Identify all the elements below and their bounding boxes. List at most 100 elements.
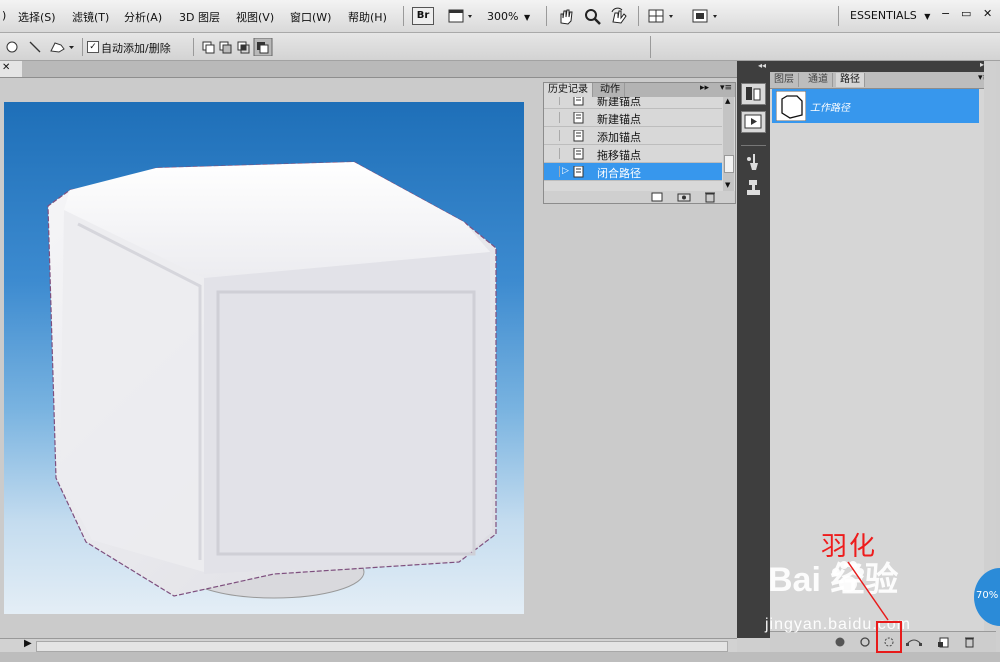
minimize-button[interactable]: − [941, 7, 950, 20]
history-row[interactable]: 新建锚点 [544, 109, 722, 127]
zoom-level-dropdown[interactable]: 300% ▼ [486, 6, 538, 26]
dock-divider [741, 145, 766, 146]
view-extras-icon [448, 9, 472, 23]
history-panel-button[interactable] [741, 83, 766, 105]
zoom-tool-button[interactable] [582, 6, 602, 26]
tab-history[interactable]: 历史记录 [544, 83, 593, 97]
new-document-from-state-icon [651, 192, 663, 202]
history-footer [544, 191, 735, 203]
path-thumbnail [776, 91, 806, 121]
tab-actions[interactable]: 动作 [596, 83, 625, 97]
trash-icon[interactable] [963, 636, 975, 648]
bridge-button[interactable]: Br [412, 7, 434, 25]
auto-add-delete-label: 自动添加/删除 [101, 42, 171, 55]
custom-shape-icon [50, 42, 74, 53]
foam-box-image [47, 161, 497, 599]
snapshot-source-checkbox[interactable] [548, 97, 560, 105]
document-tab[interactable]: ✕ [0, 61, 22, 77]
rotate-view-button[interactable] [608, 6, 628, 26]
panel-group-header: ▸▸ [770, 60, 996, 72]
canvas-area[interactable]: 历史记录 动作 ▸▸ ▾≡ 新建锚点 新建锚点 添加锚点 拖移锚点 ▷ 闭合路径… [0, 78, 737, 638]
menu-window[interactable]: 窗口(W) [290, 9, 331, 25]
hand-tool-button[interactable] [555, 6, 575, 26]
collapse-arrows-icon[interactable]: ◂◂ [758, 61, 766, 70]
path-operations-group [202, 38, 273, 56]
chevron-down-icon: ▼ [924, 12, 931, 21]
stroke-path-icon[interactable] [859, 636, 871, 648]
history-step-icon [573, 166, 584, 178]
history-state-slider-icon[interactable]: ▷ [562, 166, 569, 176]
chevron-down-icon: ▼ [523, 13, 531, 22]
work-path-row[interactable]: 工作路径 [772, 89, 979, 123]
arrange-icon [648, 9, 673, 23]
menu-filter[interactable]: 滤镜(T) [72, 9, 109, 25]
intersect-shape-icon [237, 41, 250, 54]
horizontal-scrollbar[interactable] [36, 641, 728, 652]
restore-button[interactable]: ▭ [961, 7, 971, 20]
double-arrow-icon[interactable]: ▸▸ [700, 83, 709, 93]
brushes-panel-button[interactable] [741, 151, 766, 173]
status-arrow-icon[interactable]: ▶ [24, 638, 32, 649]
menu-help[interactable]: 帮助(H) [348, 9, 387, 25]
menu-bar: ) 选择(S) 滤镜(T) 分析(A) 3D 图层 视图(V) 窗口(W) 帮助… [0, 0, 1000, 33]
history-row-label: 添加锚点 [597, 131, 641, 144]
auto-add-delete-checkbox[interactable]: ✓ [87, 41, 99, 53]
history-panel: 历史记录 动作 ▸▸ ▾≡ 新建锚点 新建锚点 添加锚点 拖移锚点 ▷ 闭合路径… [543, 82, 736, 204]
arrange-documents-button[interactable] [646, 6, 680, 26]
history-row-label: 闭合路径 [597, 167, 641, 180]
panel-menu-icon[interactable]: ▾≡ [720, 83, 732, 93]
make-work-path-icon[interactable] [905, 636, 923, 648]
fill-path-icon[interactable] [834, 636, 846, 648]
tab-channels[interactable]: 通道 [804, 73, 833, 87]
tab-paths[interactable]: 路径 [836, 73, 865, 87]
brush-icon [747, 154, 758, 170]
new-path-icon[interactable] [937, 636, 949, 648]
menu-divider [638, 6, 639, 26]
snapshot-source-checkbox[interactable] [548, 112, 560, 123]
highlight-box [876, 621, 902, 653]
document-image[interactable] [4, 102, 524, 614]
screen-mode-button[interactable] [690, 6, 724, 26]
snapshot-source-checkbox[interactable] [548, 148, 560, 159]
history-row-label: 新建锚点 [597, 113, 641, 126]
actions-panel-button[interactable] [741, 111, 766, 133]
close-icon[interactable]: ✕ [2, 62, 10, 73]
history-row-label: 新建锚点 [597, 97, 641, 108]
line-tool-icon [29, 41, 41, 53]
close-button[interactable]: ✕ [983, 7, 992, 20]
history-row[interactable]: 新建锚点 [544, 97, 722, 109]
scroll-down-icon[interactable]: ▼ [725, 181, 730, 189]
history-row[interactable]: 拖移锚点 [544, 145, 722, 163]
snapshot-source-checkbox[interactable] [548, 130, 560, 141]
exclude-shape-icon [253, 38, 273, 56]
scroll-up-icon[interactable]: ▲ [725, 97, 730, 105]
history-row-label: 拖移锚点 [597, 149, 641, 162]
menu-view[interactable]: 视图(V) [236, 9, 274, 25]
menu-select[interactable]: 选择(S) [18, 9, 56, 25]
history-panel-tabbar: 历史记录 动作 ▸▸ ▾≡ [544, 83, 735, 97]
workspace-switcher[interactable]: ESSENTIALS ▼ [850, 9, 930, 22]
snapshot-source-checkbox[interactable] [548, 166, 560, 177]
view-extras-button[interactable] [446, 6, 476, 26]
clone-stamp-icon [747, 180, 760, 195]
camera-snapshot-icon [677, 193, 691, 202]
history-scrollbar[interactable]: ▲ ▼ [723, 97, 734, 193]
scroll-thumb[interactable] [724, 155, 734, 173]
history-row[interactable]: 添加锚点 [544, 127, 722, 145]
panel-icon-dock: ◂◂ [737, 61, 770, 638]
history-step-icon [573, 130, 584, 142]
history-step-icon [573, 148, 584, 160]
zoom-level-value: 300% [487, 10, 519, 23]
shape-tools-group [6, 41, 74, 53]
clone-source-panel-button[interactable] [741, 177, 766, 199]
history-row-selected[interactable]: ▷ 闭合路径 [544, 163, 722, 181]
work-path-label: 工作路径 [810, 103, 850, 114]
tab-layers[interactable]: 图层 [770, 73, 799, 87]
menu-3d[interactable]: 3D 图层 [179, 9, 220, 25]
options-divider [82, 38, 83, 56]
menu-analysis[interactable]: 分析(A) [124, 9, 162, 25]
options-bar: ✓ 自动添加/删除 [0, 33, 1000, 61]
play-icon [744, 114, 762, 129]
subtract-shape-icon [219, 41, 232, 54]
menu-item-partial[interactable]: ) [2, 9, 6, 22]
